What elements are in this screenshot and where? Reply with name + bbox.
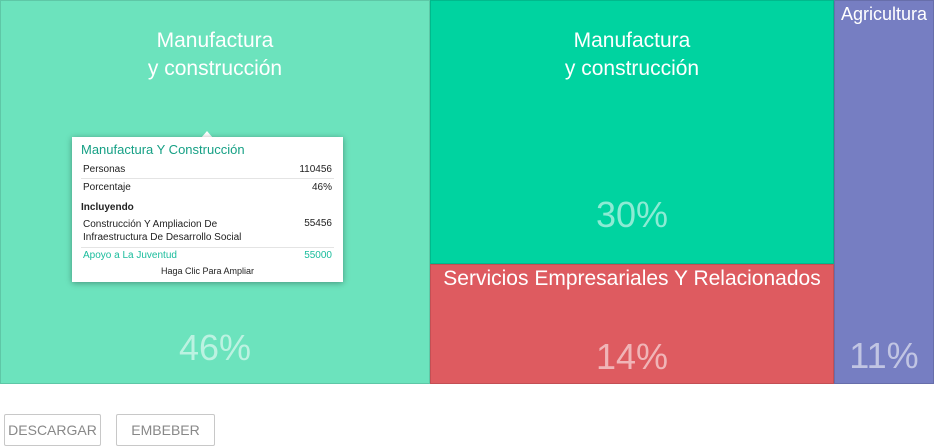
treemap-cell-percent: 11% [849, 335, 919, 376]
treemap-cell-percent: 14% [595, 336, 669, 377]
treemap-cell-agri[interactable]: Agricultura 11% [834, 0, 934, 384]
embed-button[interactable]: EMBEBER [116, 414, 215, 446]
tooltip-row-personas: Personas 110456 [81, 161, 334, 179]
tooltip-sub-value: 55000 [304, 250, 332, 261]
treemap-cell-mfg-2[interactable]: Manufactura y construcción 30% [430, 0, 834, 264]
tooltip-row-label: Personas [83, 164, 126, 175]
treemap-cell-services[interactable]: Servicios Empresariales Y Relacionados 14… [430, 264, 834, 384]
tooltip-row-porcentaje: Porcentaje 46% [81, 179, 334, 196]
tooltip-row-value: 46% [311, 182, 332, 193]
tooltip-section-title: Incluyendo [81, 202, 134, 213]
treemap-cell-percent: 30% [595, 194, 669, 235]
tooltip-footer: Haga Clic Para Ampliar [160, 266, 255, 276]
tooltip-sub-label: Apoyo a La Juventud [83, 250, 177, 261]
treemap-cell-label: Agricultura [840, 4, 928, 24]
treemap-cell-label: Servicios Empresariales Y Relacionados [443, 267, 821, 290]
download-button[interactable]: DESCARGAR [4, 414, 101, 446]
tooltip-row-value: 110456 [299, 164, 332, 175]
tooltip-sub-label: Construcción Y Ampliacion De Infraestruc… [83, 219, 242, 243]
tooltip-sub-row-highlight: Apoyo a La Juventud 55000 [81, 248, 334, 264]
tooltip-sub-row: Construcción Y Ampliacion De Infraestruc… [81, 216, 334, 248]
tooltip-row-label: Porcentaje [83, 182, 131, 193]
tooltip-title: Manufactura Y Construcción [81, 142, 245, 157]
tooltip: Manufactura Y Construcción Personas 1104… [72, 137, 343, 282]
treemap-cell-label: Manufactura y construcción [147, 29, 283, 80]
tooltip-sub-value: 55456 [304, 218, 332, 229]
treemap-cell-percent: 46% [178, 327, 252, 368]
treemap-cell-label: Manufactura y construcción [564, 29, 700, 80]
